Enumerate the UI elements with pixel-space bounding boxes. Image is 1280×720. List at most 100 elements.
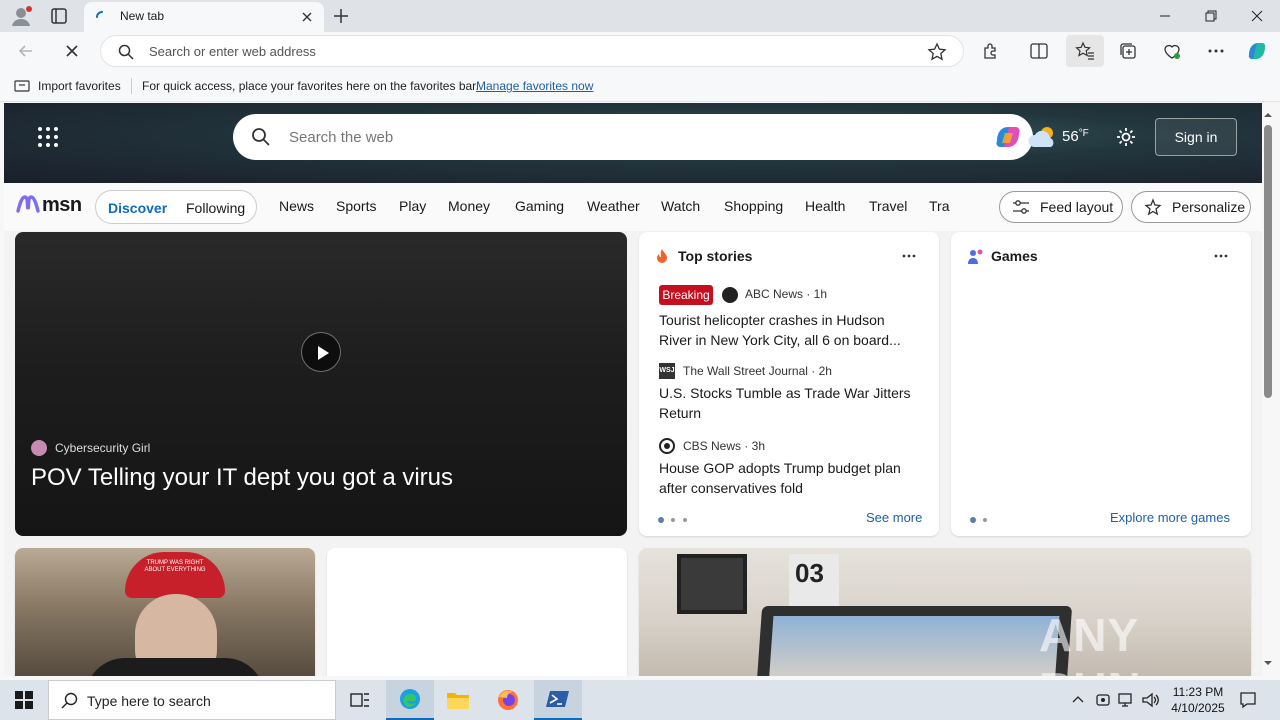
taskbar-search-box[interactable]: Type here to search (48, 680, 336, 720)
story-title-line: after conservatives fold (659, 480, 803, 496)
system-clock[interactable]: 11:23 PM 4/10/2025 (1168, 684, 1228, 716)
nav-shopping[interactable]: Shopping (724, 198, 783, 214)
settings-more-icon[interactable] (1204, 39, 1228, 63)
msn-page: Search the web 56°F Sign in msn Discover… (4, 103, 1262, 676)
firefox-icon[interactable] (484, 680, 532, 720)
games-heading: Games (991, 248, 1038, 264)
video-card[interactable]: Cybersecurity Girl POV Telling your IT d… (15, 232, 627, 536)
settings-gear-icon[interactable] (1115, 126, 1137, 148)
desk-image-card[interactable]: 03 ANY RUN (639, 548, 1251, 676)
favorite-star-icon[interactable] (927, 42, 947, 62)
nav-sports[interactable]: Sports (336, 198, 376, 214)
task-view-icon[interactable] (336, 680, 384, 720)
notifications-icon[interactable] (1239, 691, 1257, 709)
taskbar: Type here to search 11:23 PM 4/10/2025 (0, 680, 1280, 720)
sign-in-button[interactable]: Sign in (1155, 118, 1237, 156)
back-icon[interactable] (16, 41, 36, 61)
games-card: Games Explore more games (951, 232, 1251, 536)
flame-icon (655, 248, 669, 264)
scroll-up-icon[interactable] (1263, 110, 1273, 120)
tab-following[interactable]: Following (186, 200, 245, 216)
copilot-search-icon[interactable] (993, 123, 1023, 151)
start-button-windows-icon[interactable] (0, 680, 48, 720)
close-tab-icon[interactable] (298, 8, 316, 26)
temperature: 56°F (1062, 128, 1089, 145)
play-button-icon[interactable] (301, 332, 341, 372)
clock-time: 11:23 PM (1172, 685, 1224, 699)
extensions-icon[interactable] (979, 39, 1003, 63)
more-options-icon[interactable] (901, 250, 917, 262)
tab-title: New tab (120, 9, 165, 23)
favorites-icon[interactable] (1066, 35, 1104, 67)
weather-cloud-icon[interactable] (1028, 125, 1058, 149)
collections-icon[interactable] (1116, 39, 1140, 63)
web-search-box[interactable]: Search the web (233, 114, 1033, 160)
new-tab-icon[interactable] (330, 5, 352, 27)
msn-logo-text: msn (42, 194, 82, 216)
jacket-image (85, 658, 265, 676)
story-title-2[interactable]: U.S. Stocks Tumble as Trade War Jitters … (659, 383, 919, 423)
clock-date: 4/10/2025 (1171, 701, 1225, 715)
scroll-down-icon[interactable] (1263, 658, 1273, 668)
see-more-link[interactable]: See more (866, 510, 922, 525)
nav-money[interactable]: Money (448, 198, 490, 214)
nav-watch[interactable]: Watch (661, 198, 700, 214)
restore-icon[interactable] (1188, 0, 1234, 32)
apps-launcher-icon[interactable] (37, 126, 59, 148)
close-window-icon[interactable] (1234, 0, 1280, 32)
nav-play[interactable]: Play (399, 198, 426, 214)
nav-health[interactable]: Health (805, 198, 845, 214)
manage-favorites-link[interactable]: Manage favorites now (476, 79, 593, 93)
import-favorites-button[interactable]: Import favorites (38, 79, 121, 93)
edge-taskbar-icon[interactable] (386, 680, 434, 720)
browser-essentials-icon[interactable] (1160, 39, 1184, 63)
feed-layout-button[interactable]: Feed layout (999, 191, 1123, 223)
network-icon[interactable] (1118, 692, 1136, 708)
tab-new-tab[interactable]: New tab (84, 2, 324, 32)
search-icon (61, 692, 79, 710)
file-explorer-icon[interactable] (434, 680, 482, 720)
scrollbar-thumb[interactable] (1264, 125, 1272, 398)
nav-weather[interactable]: Weather (587, 198, 640, 214)
split-screen-icon[interactable] (1027, 39, 1051, 63)
stop-loading-icon[interactable] (62, 41, 82, 61)
red-cap-image: TRUMP WAS RIGHT ABOUT EVERYTHING (125, 552, 225, 598)
nav-travel[interactable]: Travel (869, 198, 907, 214)
story-title-line: Return (659, 405, 702, 421)
jersey-image: 03 (789, 554, 839, 614)
story-title-1[interactable]: Tourist helicopter crashes in Hudson Riv… (659, 310, 919, 350)
nav-gaming[interactable]: Gaming (515, 198, 564, 214)
news-image-card[interactable]: TRUMP WAS RIGHT ABOUT EVERYTHING (15, 548, 315, 676)
story-title-line: House GOP adopts Trump budget plan (659, 460, 901, 476)
favorites-bar-message: For quick access, place your favorites h… (142, 79, 479, 93)
story-title-3[interactable]: House GOP adopts Trump budget plan after… (659, 458, 919, 498)
pagination-dots[interactable] (657, 516, 693, 524)
address-bar[interactable]: Search or enter web address (100, 35, 964, 67)
web-search-placeholder: Search the web (289, 129, 394, 146)
nav-news[interactable]: News (279, 198, 314, 214)
copilot-icon[interactable] (1245, 39, 1269, 63)
more-options-icon[interactable] (1213, 250, 1229, 262)
meet-now-icon[interactable] (1095, 692, 1111, 708)
explore-more-games-link[interactable]: Explore more games (1110, 510, 1230, 525)
volume-icon[interactable] (1142, 692, 1160, 708)
minimize-icon[interactable] (1142, 0, 1188, 32)
powershell-icon[interactable] (534, 680, 582, 720)
tab-actions-icon[interactable] (50, 7, 68, 25)
msn-logo[interactable]: msn (16, 191, 82, 219)
import-favorites-icon[interactable] (14, 78, 30, 94)
video-title[interactable]: POV Telling your IT dept you got a virus (31, 464, 453, 492)
tab-discover[interactable]: Discover (108, 200, 167, 216)
divider (131, 78, 132, 94)
story-title-line: U.S. Stocks Tumble as Trade War Jitters (659, 385, 911, 401)
pagination-dots[interactable] (969, 516, 993, 524)
profile-icon[interactable] (10, 5, 34, 27)
anyrun-watermark: ANY RUN (1039, 609, 1141, 676)
show-hidden-icons-chevron-icon[interactable] (1071, 693, 1085, 707)
search-icon (251, 127, 271, 147)
nav-truncated[interactable]: Tra (929, 198, 951, 214)
personalize-button[interactable]: Personalize (1131, 191, 1251, 223)
story-source: ABC News · 1h (745, 287, 828, 301)
hat-text: TRUMP WAS RIGHT ABOUT EVERYTHING (144, 560, 206, 573)
msn-butterfly-icon (16, 195, 40, 213)
